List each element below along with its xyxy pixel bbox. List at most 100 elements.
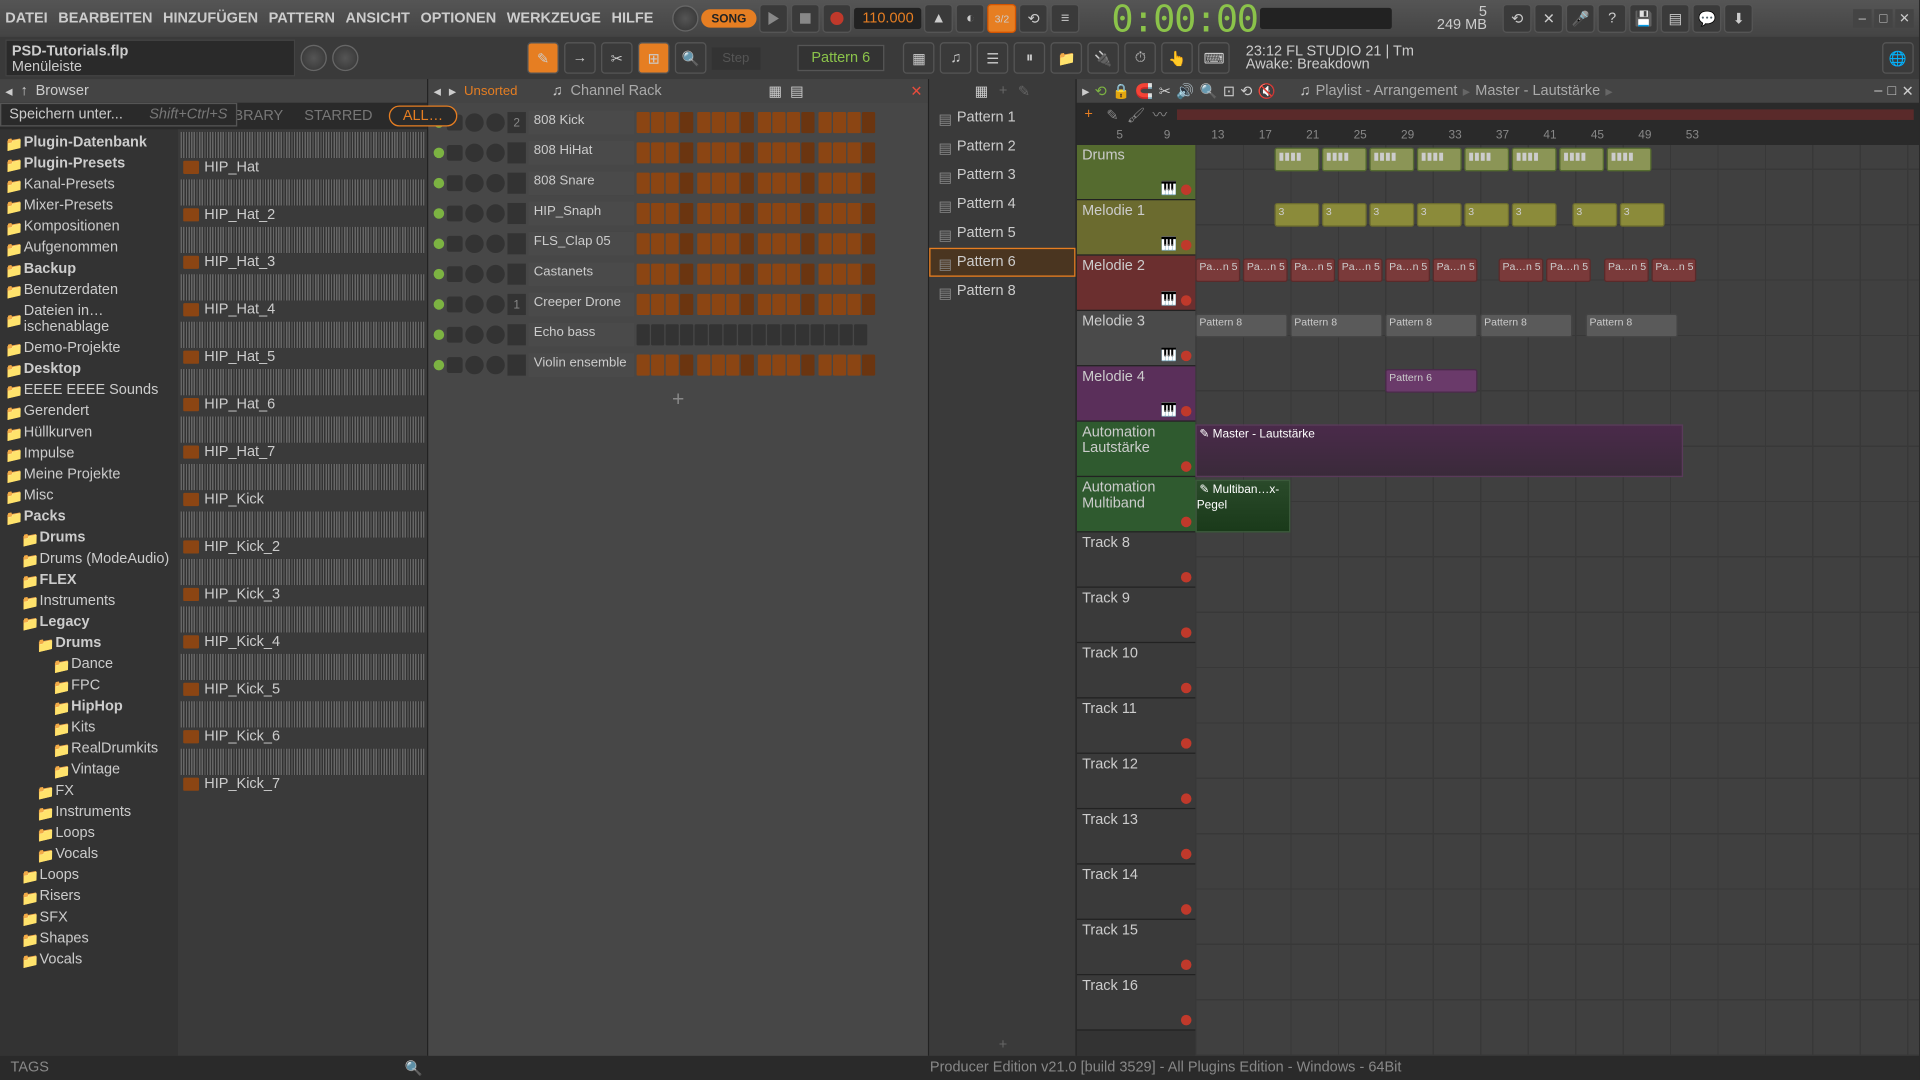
playlist-clip[interactable]: ▮▮▮▮ xyxy=(1417,148,1462,172)
sample-item[interactable]: HIP_Hat_6 xyxy=(181,369,425,414)
pattern-item[interactable]: ▤Pattern 2 xyxy=(929,132,1075,161)
playlist-clip[interactable]: Pa…n 5 xyxy=(1385,258,1430,282)
tree-item[interactable]: 📁Mixer-Presets xyxy=(0,195,178,216)
track-header[interactable]: Track 16 xyxy=(1077,975,1196,1030)
playlist-clip[interactable]: Pa…n 5 xyxy=(1433,258,1478,282)
playlist-clip[interactable]: Pattern 8 xyxy=(1385,314,1477,338)
channel-row[interactable]: Violin ensemble xyxy=(434,351,923,380)
browser-tree[interactable]: 📁Plugin-Datenbank📁Plugin-Presets📁Kanal-P… xyxy=(0,129,178,1056)
zoom-tool[interactable]: 🔍 xyxy=(675,42,707,74)
playlist-clip[interactable]: Pa…n 5 xyxy=(1604,258,1649,282)
collapse-icon[interactable]: ◂ xyxy=(5,82,12,99)
tree-item[interactable]: 📁Drums xyxy=(0,633,178,654)
track-header[interactable]: Track 8 xyxy=(1077,532,1196,587)
sample-item[interactable]: HIP_Kick_4 xyxy=(181,606,425,651)
sample-item[interactable]: HIP_Hat_3 xyxy=(181,227,425,272)
main-volume-knob[interactable] xyxy=(672,5,698,31)
reload-icon[interactable]: ↑ xyxy=(20,83,27,99)
download-icon[interactable]: ⬇ xyxy=(1724,4,1753,33)
globe-icon[interactable]: 🌐 xyxy=(1882,42,1914,74)
channel-rack-button[interactable]: ☰ xyxy=(977,42,1009,74)
save-as-hint[interactable]: Speichern unter... Shift+Ctrl+S xyxy=(0,103,237,127)
playlist-clip[interactable]: 3 xyxy=(1275,203,1320,227)
track-header[interactable]: Track 12 xyxy=(1077,754,1196,809)
tree-item[interactable]: 📁Kompositionen xyxy=(0,216,178,237)
track-header[interactable]: Drums🎹 xyxy=(1077,145,1196,200)
menu-file[interactable]: DATEI xyxy=(5,11,47,27)
grid-icon[interactable]: ▦ xyxy=(975,82,989,99)
sample-item[interactable]: HIP_Hat_4 xyxy=(181,274,425,319)
playlist-clip[interactable]: Pattern 8 xyxy=(1290,314,1382,338)
mixer-button[interactable]: ⏸ xyxy=(1014,42,1046,74)
sample-item[interactable]: HIP_Hat_7 xyxy=(181,416,425,461)
playlist-clip[interactable]: ▮▮▮▮ xyxy=(1607,148,1652,172)
menu-edit[interactable]: BEARBEITEN xyxy=(58,11,152,27)
track-header[interactable]: Melodie 1🎹 xyxy=(1077,200,1196,255)
play-button[interactable] xyxy=(760,4,789,33)
add-pattern-button[interactable]: + xyxy=(929,1037,1077,1053)
channel-row[interactable]: 808 HiHat xyxy=(434,138,923,167)
tree-item[interactable]: 📁Kanal-Presets xyxy=(0,174,178,195)
track-header[interactable]: Melodie 2🎹 xyxy=(1077,256,1196,311)
track-header[interactable]: Track 9 xyxy=(1077,588,1196,643)
browser-button[interactable]: 📁 xyxy=(1051,42,1083,74)
pattern-item[interactable]: ▤Pattern 5 xyxy=(929,219,1075,248)
tempo-button[interactable]: ⏱ xyxy=(1125,42,1157,74)
playlist-clip[interactable]: 3 xyxy=(1512,203,1557,227)
minimize-button[interactable]: – xyxy=(1853,9,1871,27)
channel-row[interactable]: 808 Snare xyxy=(434,169,923,198)
wave-icon[interactable]: 〰 xyxy=(1148,104,1172,125)
tree-item[interactable]: 📁Instruments xyxy=(0,590,178,611)
sample-item[interactable]: HIP_Hat_5 xyxy=(181,322,425,367)
stop-button[interactable] xyxy=(791,4,820,33)
tree-item[interactable]: 📁Instruments xyxy=(0,801,178,822)
tree-item[interactable]: 📁Drums (ModeAudio) xyxy=(0,548,178,569)
select-tool[interactable]: ⊞ xyxy=(638,42,670,74)
add-channel-button[interactable]: + xyxy=(434,381,923,421)
pattern-item[interactable]: ▤Pattern 8 xyxy=(929,277,1075,306)
channel-row[interactable]: Echo bass xyxy=(434,320,923,349)
render-icon[interactable]: ▤ xyxy=(1661,4,1690,33)
maximize-panel-icon[interactable]: □ xyxy=(1888,83,1897,99)
search-icon[interactable]: 🔍 xyxy=(405,1059,423,1076)
playlist-clip[interactable]: Pattern 8 xyxy=(1586,314,1678,338)
playlist-clip[interactable]: Pa…n 5 xyxy=(1651,258,1696,282)
playlist-clip[interactable]: ▮▮▮▮ xyxy=(1369,148,1414,172)
touch-button[interactable]: 👆 xyxy=(1161,42,1193,74)
track-header[interactable]: Track 15 xyxy=(1077,920,1196,975)
add-pattern-icon[interactable]: + xyxy=(999,83,1007,99)
tree-item[interactable]: 📁HipHop xyxy=(0,696,178,717)
tree-item[interactable]: 📁Plugin-Datenbank xyxy=(0,132,178,153)
tree-item[interactable]: 📁Vocals xyxy=(0,844,178,865)
plugin-button[interactable]: 🔌 xyxy=(1088,42,1120,74)
save-icon[interactable]: 💾 xyxy=(1629,4,1658,33)
cut-icon[interactable]: ✂ xyxy=(1159,82,1171,99)
center-icon[interactable]: ⊡ xyxy=(1223,82,1235,99)
slice-tool[interactable]: ✂ xyxy=(601,42,633,74)
add-track-icon[interactable]: + xyxy=(1077,104,1101,125)
channel-row[interactable]: 1Creeper Drone xyxy=(434,290,923,319)
tree-item[interactable]: 📁Packs xyxy=(0,506,178,527)
paint-tool[interactable]: → xyxy=(564,42,596,74)
track-header[interactable]: Melodie 3🎹 xyxy=(1077,311,1196,366)
back-icon[interactable]: ◂ xyxy=(434,82,441,99)
channel-row[interactable]: 2808 Kick xyxy=(434,108,923,137)
pitch-knob[interactable] xyxy=(301,45,327,71)
sample-item[interactable]: HIP_Kick_7 xyxy=(181,749,425,794)
playlist-clip[interactable]: Pattern 8 xyxy=(1480,314,1572,338)
track-header[interactable]: Track 14 xyxy=(1077,865,1196,920)
playlist-clip[interactable]: 3 xyxy=(1620,203,1665,227)
playlist-clip[interactable]: ▮▮▮▮ xyxy=(1512,148,1557,172)
tree-item[interactable]: 📁SFX xyxy=(0,907,178,928)
settings-icon[interactable]: ✕ xyxy=(1534,4,1563,33)
sample-item[interactable]: HIP_Kick_2 xyxy=(181,511,425,556)
play-icon[interactable]: ▸ xyxy=(1082,82,1089,99)
playlist-clip[interactable]: 3 xyxy=(1464,203,1509,227)
metronome-icon[interactable]: ▲ xyxy=(924,4,953,33)
tree-item[interactable]: 📁Legacy xyxy=(0,612,178,633)
tree-item[interactable]: 📁Drums xyxy=(0,527,178,548)
sync-icon[interactable]: ⟲ xyxy=(1095,82,1107,99)
mute-icon[interactable]: 🔇 xyxy=(1258,82,1276,99)
sample-item[interactable]: HIP_Hat_2 xyxy=(181,179,425,224)
playlist-clip[interactable]: 3 xyxy=(1369,203,1414,227)
